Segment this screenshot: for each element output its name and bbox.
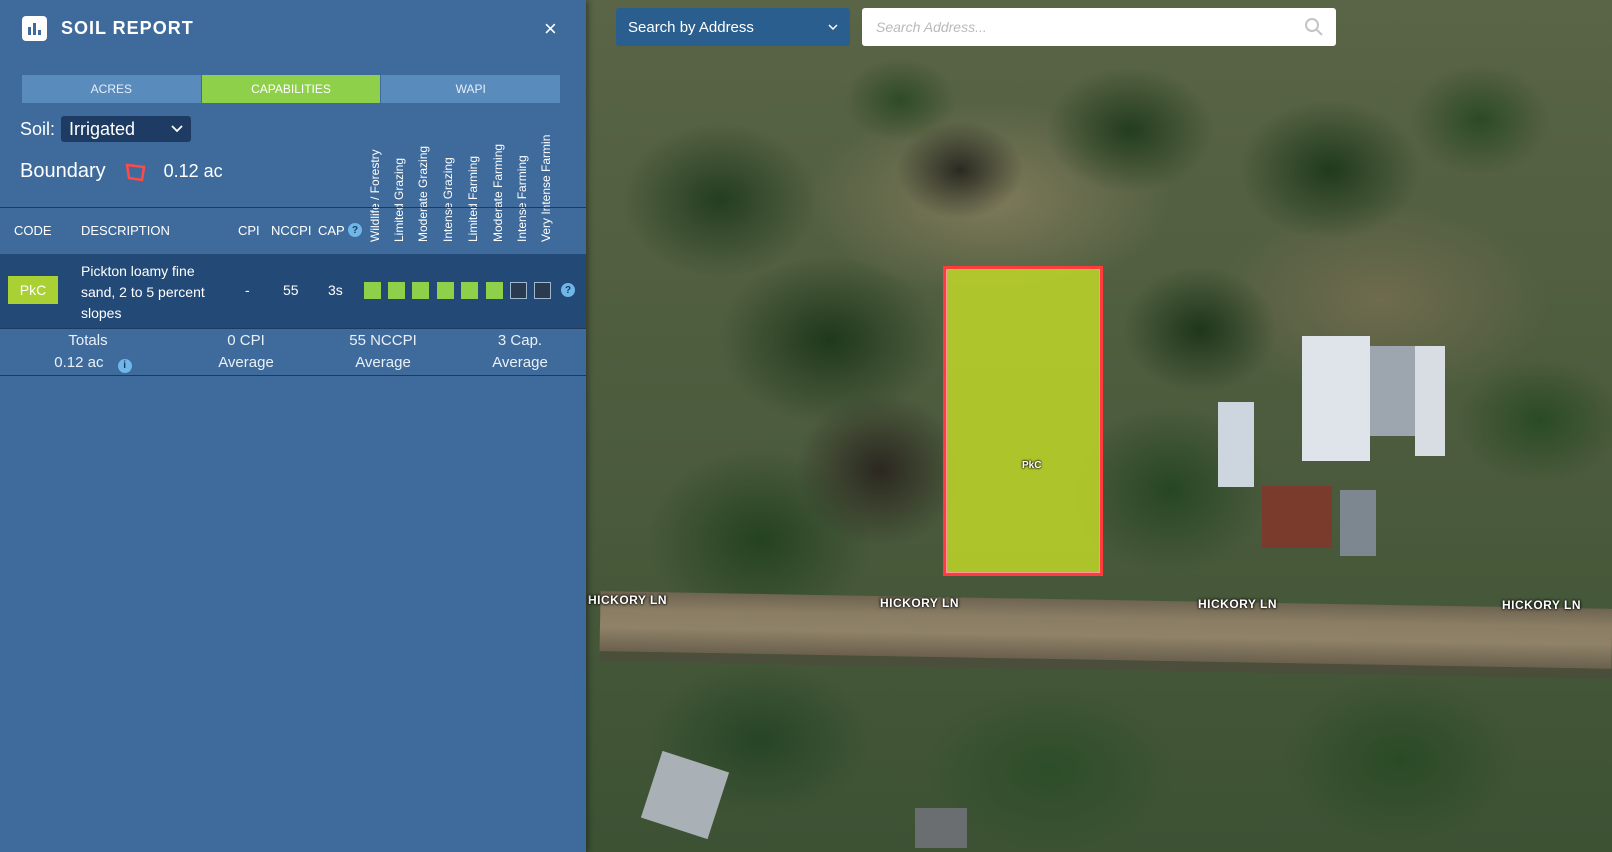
building-roof	[1370, 346, 1415, 436]
row-cpi: -	[245, 282, 250, 298]
polygon-boundary-icon	[125, 163, 146, 181]
boundary-acres: 0.12 ac	[163, 161, 223, 181]
divider	[0, 328, 586, 329]
search-mode-label: Search by Address	[628, 18, 754, 36]
building-roof	[1302, 336, 1370, 461]
capability-square	[388, 282, 405, 299]
building-roof	[915, 808, 967, 848]
building-roof	[640, 750, 730, 840]
bar-chart-icon	[22, 16, 47, 41]
soil-description: Pickton loamy fine sand, 2 to 5 percent …	[81, 263, 205, 321]
report-tabs: ACRES CAPABILITIES WAPI	[22, 75, 562, 103]
totals-cpi: 0 CPI Average	[196, 330, 296, 374]
totals-cpi-value: 0 CPI	[227, 332, 265, 349]
soil-report-panel: SOIL REPORT × ACRES CAPABILITIES WAPI So…	[0, 0, 586, 852]
capability-header: Wildlife / Forestry	[368, 149, 382, 242]
totals-acres: Totals 0.12 ac i	[38, 330, 138, 374]
tab-wapi[interactable]: WAPI	[381, 75, 562, 103]
totals-nccpi: 55 NCCPI Average	[328, 330, 438, 374]
tab-acres[interactable]: ACRES	[22, 75, 202, 103]
search-input[interactable]	[874, 18, 1304, 36]
building-roof	[1262, 486, 1332, 548]
help-icon[interactable]: ?	[561, 283, 575, 297]
row-cap: 3s	[328, 282, 343, 298]
search-icon[interactable]	[1304, 17, 1324, 37]
capability-header: Intense Farming	[515, 155, 529, 242]
column-header-cap: CAP	[318, 223, 345, 238]
soil-type-row: Soil: Irrigated	[20, 116, 192, 142]
boundary-row: Boundary 0.12 ac	[20, 160, 223, 183]
totals-label: Totals	[68, 332, 108, 349]
address-search-box[interactable]	[862, 8, 1336, 46]
building-roof	[1415, 346, 1445, 456]
soil-parcel-boundary[interactable]	[943, 266, 1103, 576]
totals-cap-label: Average	[492, 354, 548, 371]
capability-square	[534, 282, 551, 299]
capability-header: Moderate Farming	[491, 143, 505, 242]
column-header-code: CODE	[14, 223, 52, 238]
info-icon[interactable]: i	[117, 359, 132, 373]
row-nccpi: 55	[283, 282, 299, 298]
road-label: HICKORY LN	[1198, 597, 1278, 611]
parcel-soil-code-label: PkC	[1022, 460, 1042, 471]
capability-header: Moderate Grazing	[416, 145, 430, 242]
capability-square	[461, 282, 478, 299]
capability-header: Limited Farming	[466, 155, 480, 242]
capability-header: Very Intense Farmin	[539, 134, 553, 242]
road-label: HICKORY LN	[1502, 598, 1582, 612]
capability-square	[510, 282, 527, 299]
soil-code-badge: PkC	[8, 276, 58, 304]
panel-header: SOIL REPORT	[22, 16, 194, 41]
totals-nccpi-value: 55 NCCPI	[349, 332, 417, 349]
soil-selected-value: Irrigated	[69, 118, 136, 139]
capability-square	[486, 282, 503, 299]
column-header-nccpi: NCCPI	[271, 223, 312, 238]
capability-header: Limited Grazing	[392, 157, 406, 242]
totals-cap-value: 3 Cap.	[497, 332, 543, 349]
divider	[0, 375, 586, 376]
building-roof	[1218, 402, 1254, 487]
capability-square	[412, 282, 429, 299]
close-icon[interactable]: ×	[544, 18, 557, 40]
chevron-down-icon	[828, 23, 838, 30]
capability-header: Intense Grazing	[441, 157, 455, 242]
column-header-description: DESCRIPTION	[81, 223, 170, 238]
tab-capabilities[interactable]: CAPABILITIES	[201, 75, 382, 103]
capability-square	[437, 282, 454, 299]
totals-nccpi-label: Average	[355, 354, 411, 371]
soil-type-dropdown[interactable]: Irrigated	[61, 116, 192, 142]
soil-label: Soil:	[20, 118, 56, 139]
totals-cpi-label: Average	[218, 354, 274, 371]
totals-acres-value: 0.12 ac	[54, 354, 104, 371]
capability-square	[364, 282, 381, 299]
building-roof	[1340, 490, 1376, 556]
help-icon[interactable]: ?	[348, 223, 362, 237]
divider	[0, 207, 586, 208]
road-label: HICKORY LN	[588, 593, 668, 607]
chevron-down-icon	[171, 125, 183, 133]
totals-cap: 3 Cap. Average	[470, 330, 570, 374]
boundary-label: Boundary	[20, 160, 106, 182]
road-label: HICKORY LN	[880, 596, 960, 610]
search-mode-dropdown[interactable]: Search by Address	[616, 8, 850, 46]
panel-title: SOIL REPORT	[61, 18, 194, 38]
column-header-cpi: CPI	[238, 223, 260, 238]
